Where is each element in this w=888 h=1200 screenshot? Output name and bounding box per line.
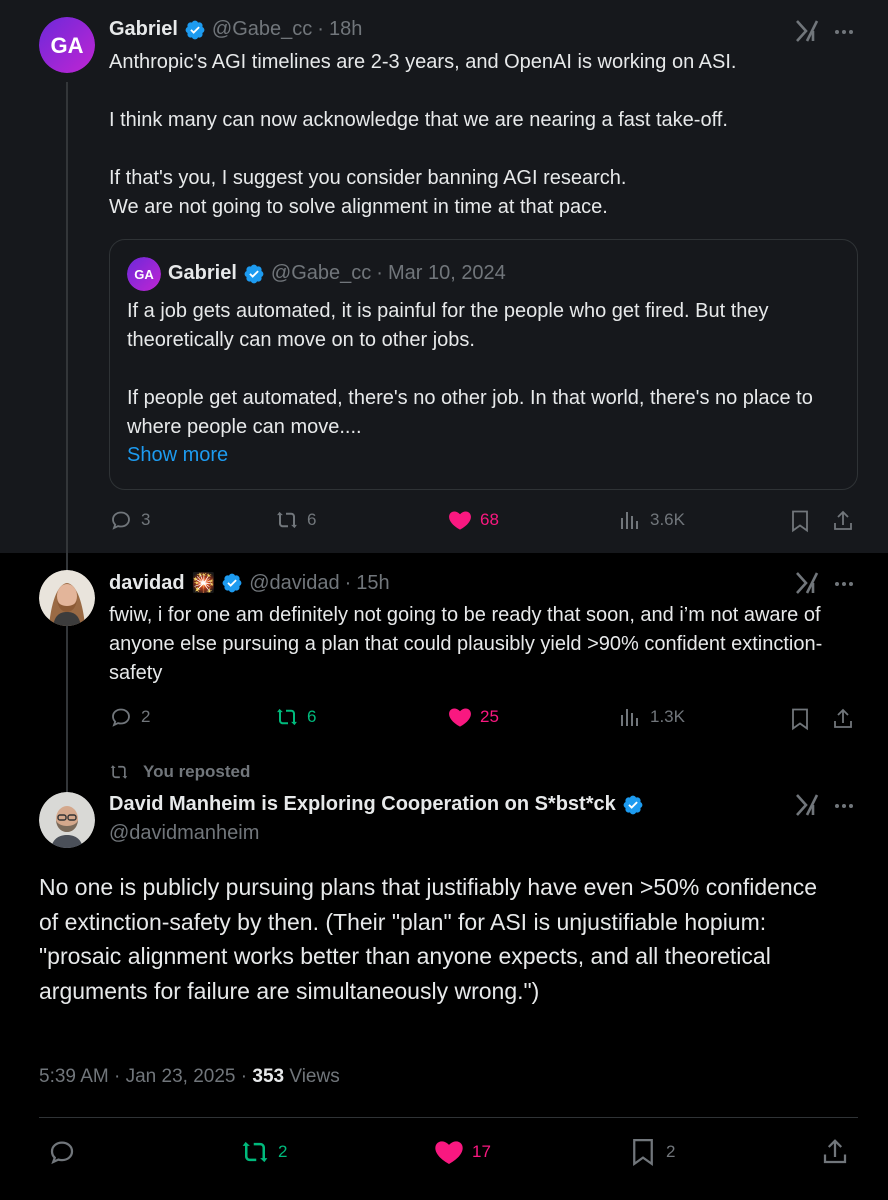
davidmanheim-avatar[interactable] — [39, 792, 95, 848]
post-metadata: 5:39 AM · Jan 23, 2025 · 353 Views — [39, 1066, 340, 1088]
quote-date: Mar 10, 2024 — [387, 262, 506, 284]
bookmark-icon — [633, 1139, 653, 1167]
like-icon — [449, 708, 471, 727]
author-name[interactable]: davidad — [109, 572, 185, 595]
like-icon — [435, 1141, 463, 1164]
reply-count: 2 — [141, 707, 151, 726]
reply-icon — [50, 1141, 74, 1165]
post-header: David Manheim is Exploring Cooperation o… — [109, 793, 650, 816]
views-icon — [621, 512, 638, 529]
divider — [39, 1117, 858, 1118]
reply-button[interactable]: 2 — [109, 705, 150, 729]
repost-indicator: You reposted — [109, 762, 250, 782]
separator: · — [114, 1066, 121, 1087]
like-count: 68 — [480, 510, 499, 529]
repost-button[interactable]: 6 — [275, 508, 316, 532]
share-icon[interactable] — [831, 509, 855, 533]
author-handle[interactable]: @davidad — [249, 572, 339, 595]
verified-badge-icon — [244, 264, 264, 283]
post-text: fwiw, i for one am definitely not going … — [109, 604, 827, 684]
verified-badge-icon — [623, 795, 643, 814]
more-icon[interactable] — [832, 794, 856, 818]
author-handle-row: @davidmanheim — [109, 822, 259, 845]
repost-icon — [242, 1141, 268, 1163]
reply-icon — [112, 511, 130, 530]
repost-count: 6 — [307, 707, 317, 726]
repost-count: 6 — [307, 510, 317, 529]
like-button[interactable]: 17 — [434, 1137, 491, 1167]
verified-badge-icon — [222, 573, 242, 593]
quote-avatar-initials: GA — [134, 267, 154, 282]
separator: · — [376, 262, 383, 284]
reply-button[interactable]: 3 — [109, 508, 150, 532]
author-name[interactable]: Gabriel — [109, 18, 178, 41]
davidad-avatar[interactable] — [39, 570, 95, 626]
gabriel-avatar[interactable]: GA — [39, 17, 95, 73]
separator: · — [240, 1066, 248, 1087]
repost-icon — [277, 708, 297, 726]
bookmark-button[interactable]: 2 — [628, 1137, 675, 1167]
quote-author-handle: @Gabe_cc — [270, 262, 372, 284]
post-text: Anthropic's AGI timelines are 2-3 years,… — [109, 51, 737, 218]
views-count: 3.6K — [650, 510, 685, 529]
like-count: 17 — [472, 1142, 491, 1161]
author-handle[interactable]: @davidmanheim — [109, 822, 259, 845]
repost-note-text: You reposted — [143, 762, 251, 781]
avatar-initials: GA — [51, 33, 84, 58]
repost-icon — [277, 511, 297, 529]
like-icon — [449, 511, 471, 530]
sparkler-emoji: 🎇 — [191, 573, 216, 594]
grok-icon[interactable] — [794, 18, 820, 44]
show-more-link[interactable]: Show more — [127, 444, 228, 467]
author-name[interactable]: David Manheim is Exploring Cooperation o… — [109, 793, 616, 816]
separator: · — [344, 571, 352, 594]
verified-badge-icon — [185, 20, 205, 39]
main-post-text: No one is publicly pursuing plans that j… — [39, 874, 818, 1004]
post-time[interactable]: 5:39 AM — [39, 1066, 109, 1087]
repost-button[interactable]: 6 — [275, 705, 316, 729]
quote-avatar: GA — [127, 257, 161, 291]
post-date[interactable]: Jan 23, 2025 — [126, 1066, 236, 1087]
share-icon — [823, 1139, 847, 1164]
post-time[interactable]: 18h — [329, 18, 362, 41]
views-button[interactable]: 1.3K — [618, 705, 685, 729]
views-count: 353 — [252, 1066, 285, 1087]
reply-button[interactable] — [47, 1137, 85, 1167]
separator: · — [317, 18, 324, 40]
like-button[interactable]: 25 — [448, 705, 499, 729]
post-time[interactable]: 15h — [356, 572, 389, 595]
quote-header: Gabriel @Gabe_cc · Mar 10, 2024 — [168, 262, 506, 285]
quote-author-name: Gabriel — [168, 262, 237, 284]
reply-count: 3 — [141, 510, 151, 529]
repost-count: 2 — [278, 1142, 288, 1161]
quote-text: If a job gets automated, it is painful f… — [127, 300, 813, 438]
share-button[interactable] — [820, 1137, 858, 1167]
bookmark-icon[interactable] — [788, 707, 812, 731]
share-icon[interactable] — [831, 707, 855, 731]
bookmark-icon[interactable] — [788, 509, 812, 533]
bookmark-count: 2 — [666, 1142, 676, 1161]
more-icon[interactable] — [832, 20, 856, 44]
repost-button[interactable]: 2 — [240, 1137, 287, 1167]
thread-line — [66, 82, 68, 792]
post-header: Gabriel @Gabe_cc · 18h — [109, 18, 362, 41]
views-icon — [621, 709, 638, 726]
like-button[interactable]: 68 — [448, 508, 499, 532]
post-header: davidad 🎇 @davidad · 15h — [109, 571, 390, 595]
repost-icon — [110, 765, 128, 779]
like-count: 25 — [480, 707, 499, 726]
grok-icon[interactable] — [794, 792, 820, 818]
author-handle[interactable]: @Gabe_cc — [212, 18, 312, 41]
views-count: 1.3K — [650, 707, 685, 726]
views-button[interactable]: 3.6K — [618, 508, 685, 532]
reply-icon — [112, 708, 130, 727]
more-icon[interactable] — [832, 572, 856, 596]
grok-icon[interactable] — [794, 570, 820, 596]
views-label: Views — [289, 1066, 340, 1087]
